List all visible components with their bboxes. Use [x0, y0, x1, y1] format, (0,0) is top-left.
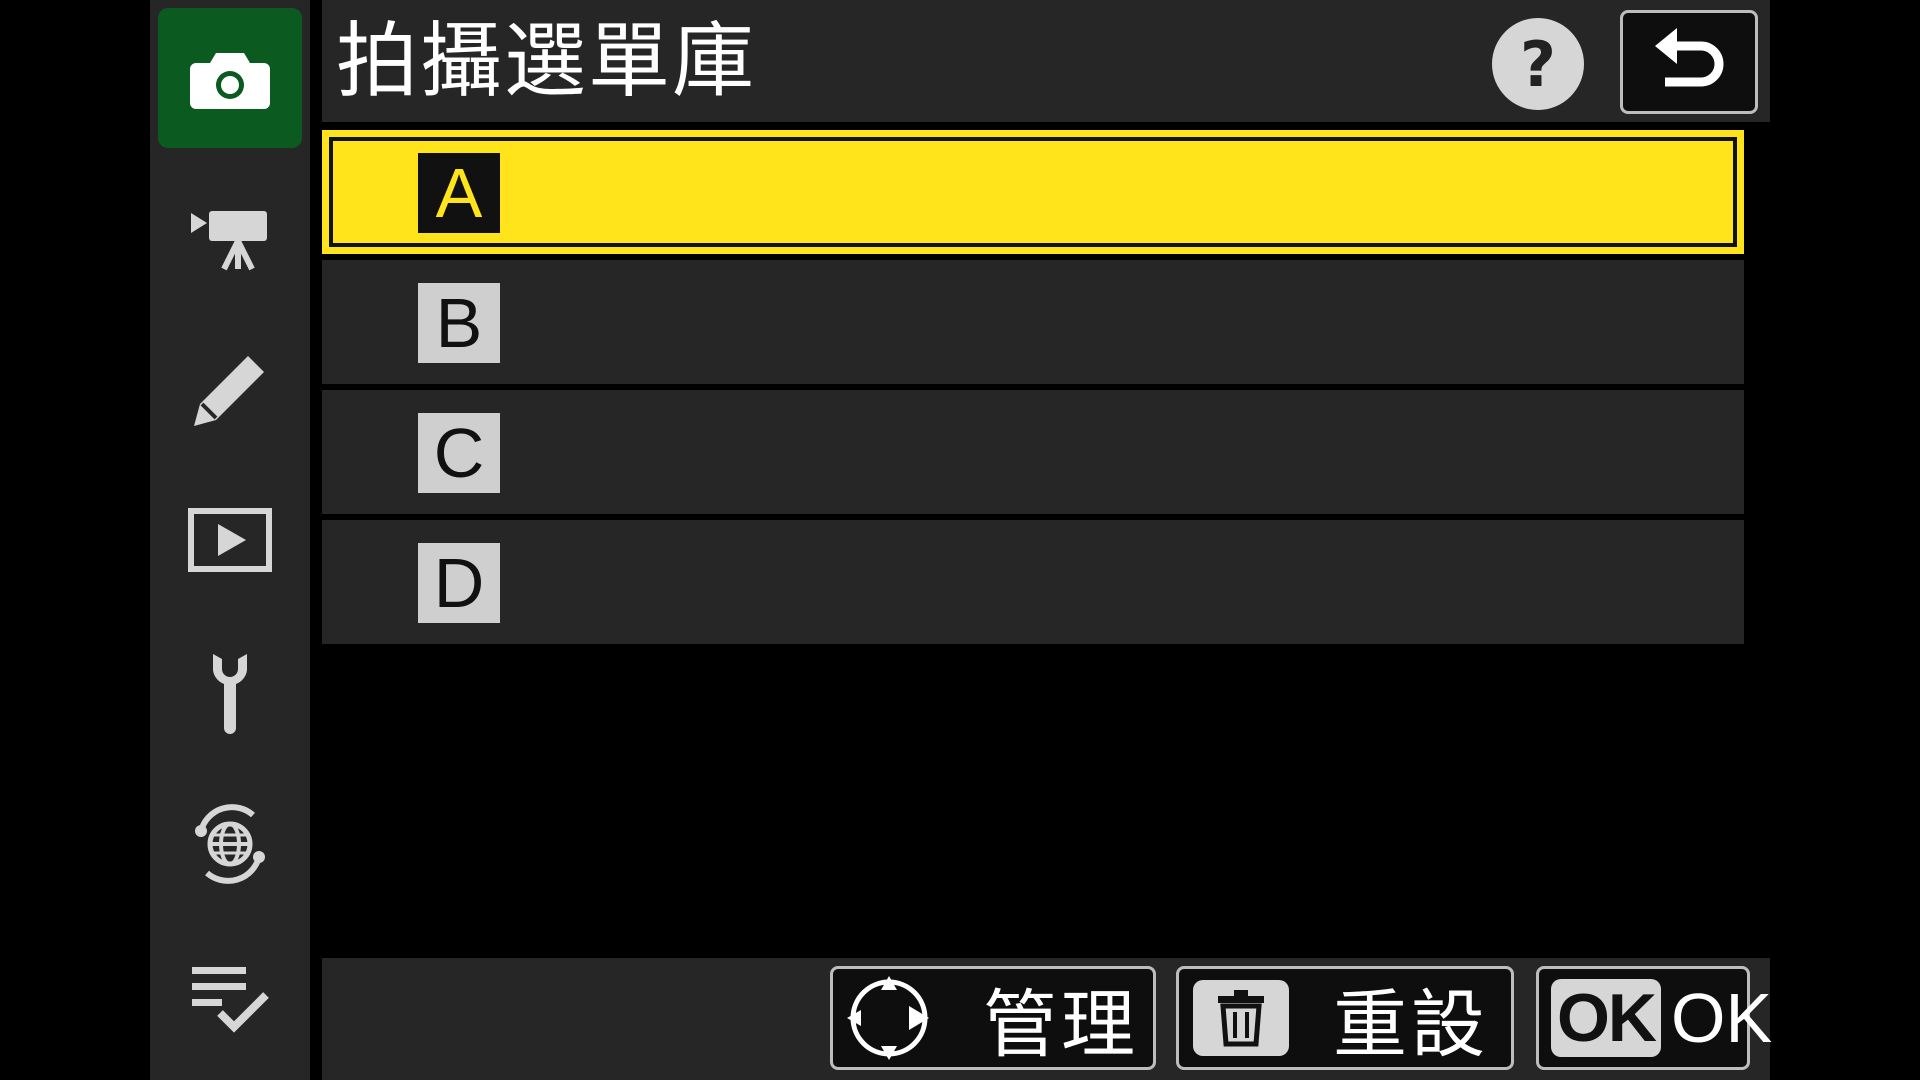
tab-setup[interactable]	[158, 622, 302, 762]
bank-item-c[interactable]: C	[322, 390, 1744, 514]
back-button[interactable]	[1620, 10, 1758, 114]
bank-item-b[interactable]: B	[322, 260, 1744, 384]
tab-my-menu[interactable]	[158, 928, 302, 1068]
multi-selector-icon	[847, 976, 929, 1060]
playback-icon	[188, 508, 272, 572]
reset-button[interactable]: 重設	[1176, 966, 1514, 1070]
bank-badge: A	[418, 153, 500, 233]
trash-icon	[1218, 990, 1264, 1047]
manage-label: 管理	[983, 981, 1139, 1068]
wrench-icon	[213, 654, 247, 734]
return-icon	[1655, 28, 1724, 87]
reset-label: 重設	[1333, 981, 1489, 1068]
ok-label: OK	[1671, 979, 1773, 1057]
help-button[interactable]: ?	[1492, 18, 1584, 110]
page-title: 拍攝選單庫	[336, 14, 757, 109]
tab-network[interactable]	[158, 774, 302, 914]
pencil-icon	[194, 356, 264, 426]
movie-camera-icon	[191, 211, 267, 271]
help-icon: ?	[1520, 27, 1556, 101]
network-globe-icon	[195, 804, 265, 884]
ok-key-icon: OK	[1551, 979, 1661, 1057]
camera-icon	[190, 53, 270, 109]
bank-badge: D	[418, 543, 500, 623]
bank-badge: B	[418, 283, 500, 363]
menu-sidebar	[150, 0, 310, 1080]
delete-button-icon	[1193, 980, 1289, 1056]
ok-button[interactable]: OK OK	[1536, 966, 1772, 1070]
bank-list: A B C D	[322, 130, 1744, 650]
bank-badge: C	[418, 413, 500, 493]
bank-item-d[interactable]: D	[322, 520, 1744, 644]
manage-button[interactable]: 管理	[830, 966, 1156, 1070]
tab-custom-settings[interactable]	[158, 320, 302, 460]
tab-movie-shooting[interactable]	[158, 168, 302, 308]
tab-playback[interactable]	[158, 470, 302, 610]
my-menu-icon	[192, 967, 269, 1033]
tab-photo-shooting[interactable]	[158, 8, 302, 148]
bank-item-a[interactable]: A	[322, 130, 1744, 254]
